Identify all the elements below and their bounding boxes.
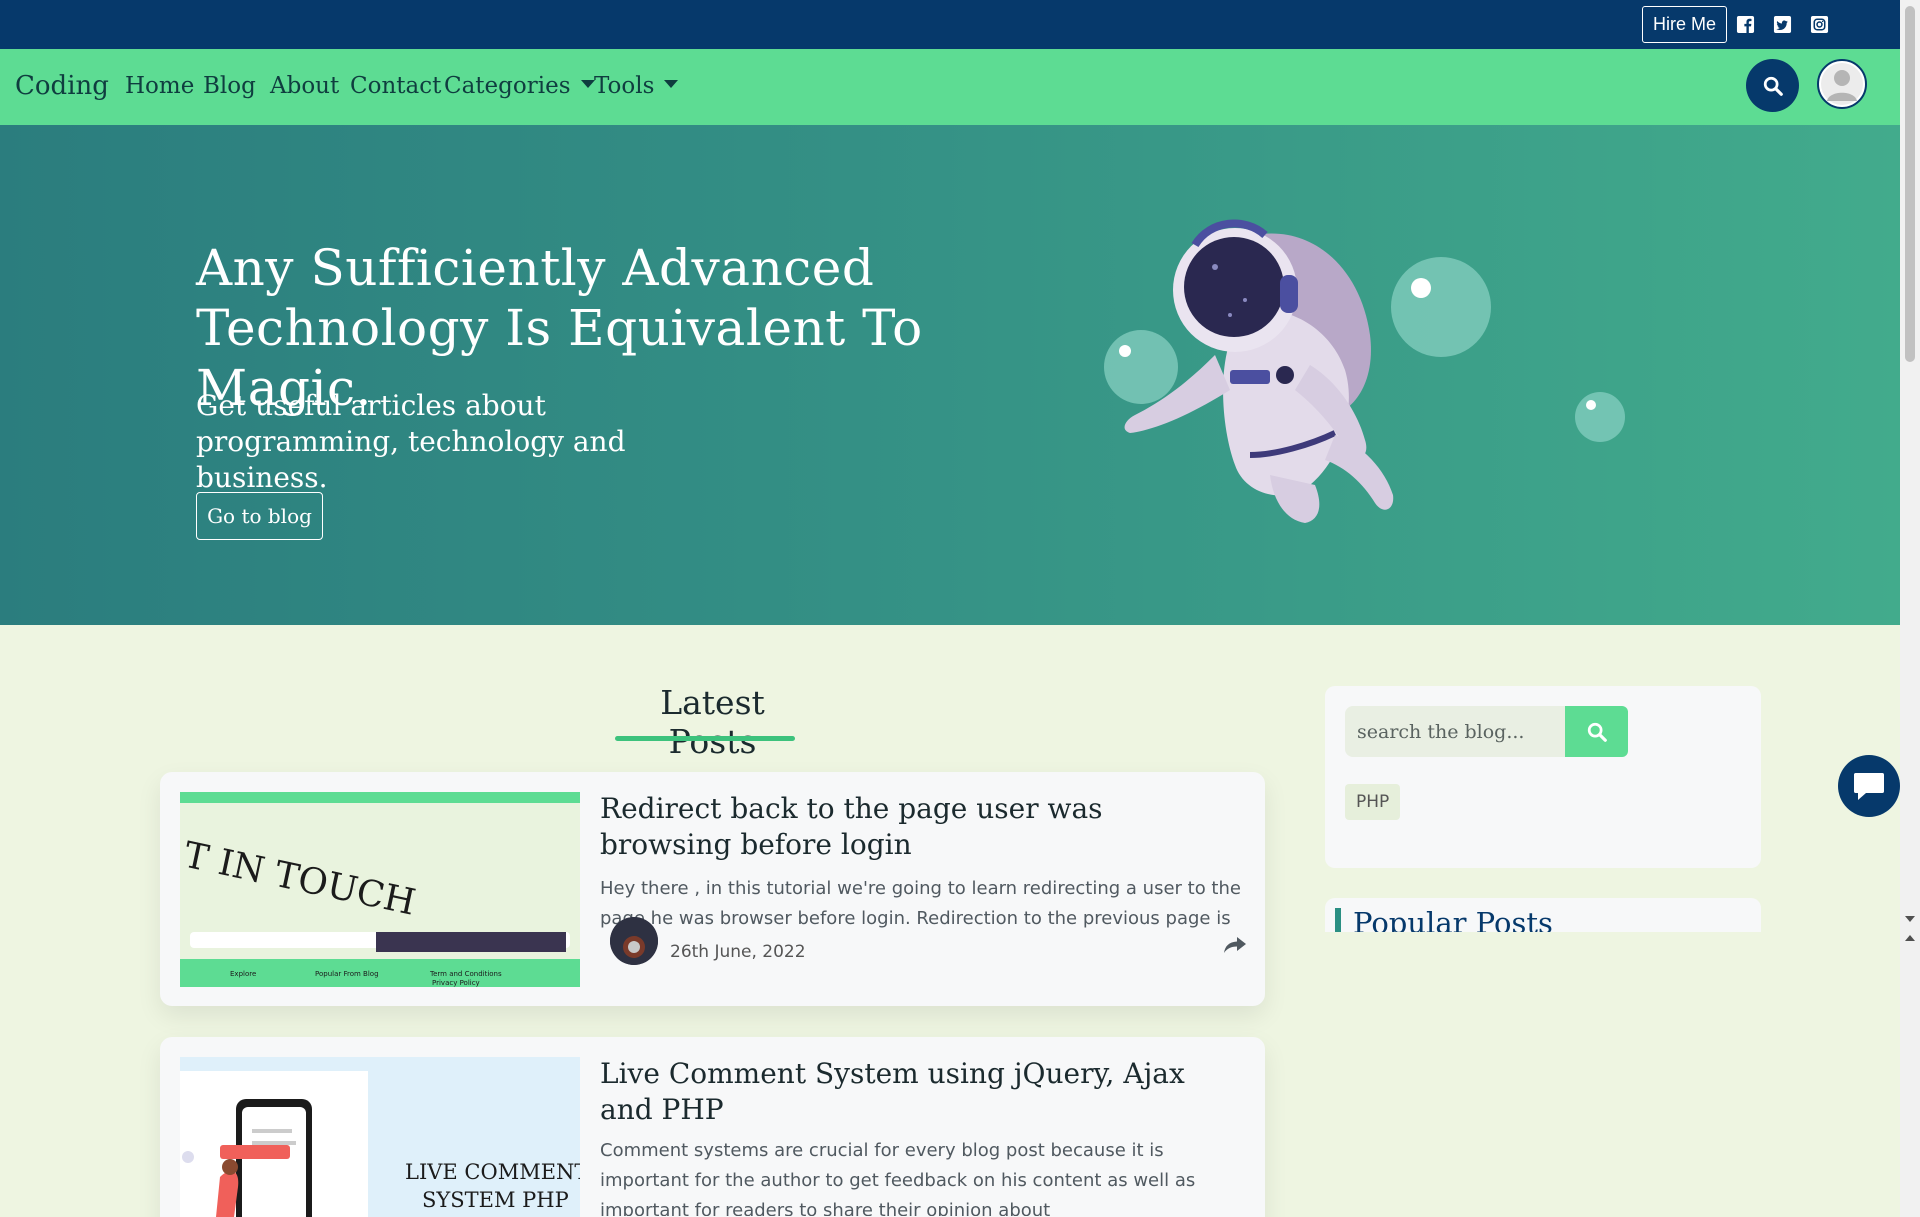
post-meta: 26th June, 2022: [610, 917, 806, 972]
nav-search-button[interactable]: [1746, 59, 1799, 112]
page-scrollbar[interactable]: [1900, 0, 1920, 1217]
post-thumbnail[interactable]: LIVE COMMENT SYSTEM PHP: [180, 1057, 580, 1217]
popular-accent-bar: [1335, 908, 1341, 932]
astronaut-illustration: [1104, 219, 1625, 523]
go-to-blog-button[interactable]: Go to blog: [196, 492, 323, 540]
thumb-text-2: SYSTEM PHP: [422, 1188, 569, 1212]
post-excerpt: Comment systems are crucial for every bl…: [600, 1140, 1196, 1216]
share-icon[interactable]: [1223, 935, 1247, 955]
chat-button[interactable]: [1838, 755, 1900, 817]
thumb-footer-3: Term and Conditions: [429, 970, 502, 978]
user-avatar-button[interactable]: [1817, 59, 1867, 109]
tag-php[interactable]: PHP: [1345, 784, 1401, 820]
nav-categories-dropdown[interactable]: Categories: [444, 73, 595, 99]
nav-categories-label: Categories: [444, 73, 571, 99]
post-thumbnail-image: LIVE COMMENT SYSTEM PHP: [180, 1057, 580, 1217]
thumb-footer-4: Privacy Policy: [432, 979, 480, 987]
nav-home[interactable]: Home: [125, 73, 194, 99]
brand-logo[interactable]: Coding: [15, 71, 109, 101]
nav-contact[interactable]: Contact: [350, 73, 441, 99]
facebook-icon[interactable]: [1736, 15, 1755, 34]
latest-posts-heading: Latest Posts: [660, 683, 765, 761]
thumb-footer-2: Popular From Blog: [315, 970, 379, 978]
chevron-down-icon: [664, 80, 679, 88]
hero-subtitle: Get useful articles about programming, t…: [196, 389, 626, 494]
chevron-down-icon: [580, 80, 595, 88]
chat-icon: [1854, 773, 1884, 800]
nav-tools-label: Tools: [594, 73, 655, 99]
post-title[interactable]: Redirect back to the page user was brows…: [600, 791, 1240, 863]
post-thumbnail[interactable]: T IN TOUCH Explore Popular From Blog Ter…: [180, 792, 580, 987]
scroll-up-arrow-icon[interactable]: [1905, 935, 1915, 941]
post-date: 26th June, 2022: [670, 942, 806, 962]
nav-blog[interactable]: Blog: [203, 73, 256, 99]
thumb-text-1: LIVE COMMENT: [405, 1160, 580, 1184]
author-avatar[interactable]: [610, 917, 658, 965]
user-icon: [1821, 63, 1863, 105]
post-title[interactable]: Live Comment System using jQuery, Ajax a…: [600, 1056, 1240, 1128]
hire-me-button[interactable]: Hire Me: [1642, 6, 1727, 43]
nav-tools-dropdown[interactable]: Tools: [594, 73, 679, 99]
main-navbar: Coding Home Blog About Contact Categorie…: [0, 49, 1900, 125]
search-icon: [1587, 722, 1607, 742]
post-thumbnail-image: T IN TOUCH Explore Popular From Blog Ter…: [180, 792, 580, 987]
post-card[interactable]: T IN TOUCH Explore Popular From Blog Ter…: [160, 772, 1265, 1006]
scrollbar-thumb[interactable]: [1905, 6, 1915, 362]
search-icon: [1763, 76, 1783, 96]
blog-search-button[interactable]: [1565, 706, 1628, 757]
scroll-down-arrow-icon[interactable]: [1905, 916, 1915, 922]
blog-search-input[interactable]: [1345, 706, 1565, 757]
instagram-icon[interactable]: [1810, 15, 1829, 34]
twitter-icon[interactable]: [1773, 15, 1792, 34]
post-card[interactable]: LIVE COMMENT SYSTEM PHP Live Comment Sys…: [160, 1037, 1265, 1217]
post-excerpt: Hey there , in this tutorial we're going…: [600, 878, 1241, 929]
popular-posts-box: Popular Posts: [1325, 898, 1761, 932]
heading-underline: [615, 736, 795, 741]
thumb-footer-1: Explore: [230, 970, 256, 978]
popular-posts-heading: Popular Posts: [1353, 906, 1553, 932]
nav-about[interactable]: About: [270, 73, 339, 99]
sidebar-search-box: PHP: [1325, 686, 1761, 868]
author-avatar-image: [610, 917, 658, 965]
top-bar: Hire Me: [0, 0, 1900, 49]
